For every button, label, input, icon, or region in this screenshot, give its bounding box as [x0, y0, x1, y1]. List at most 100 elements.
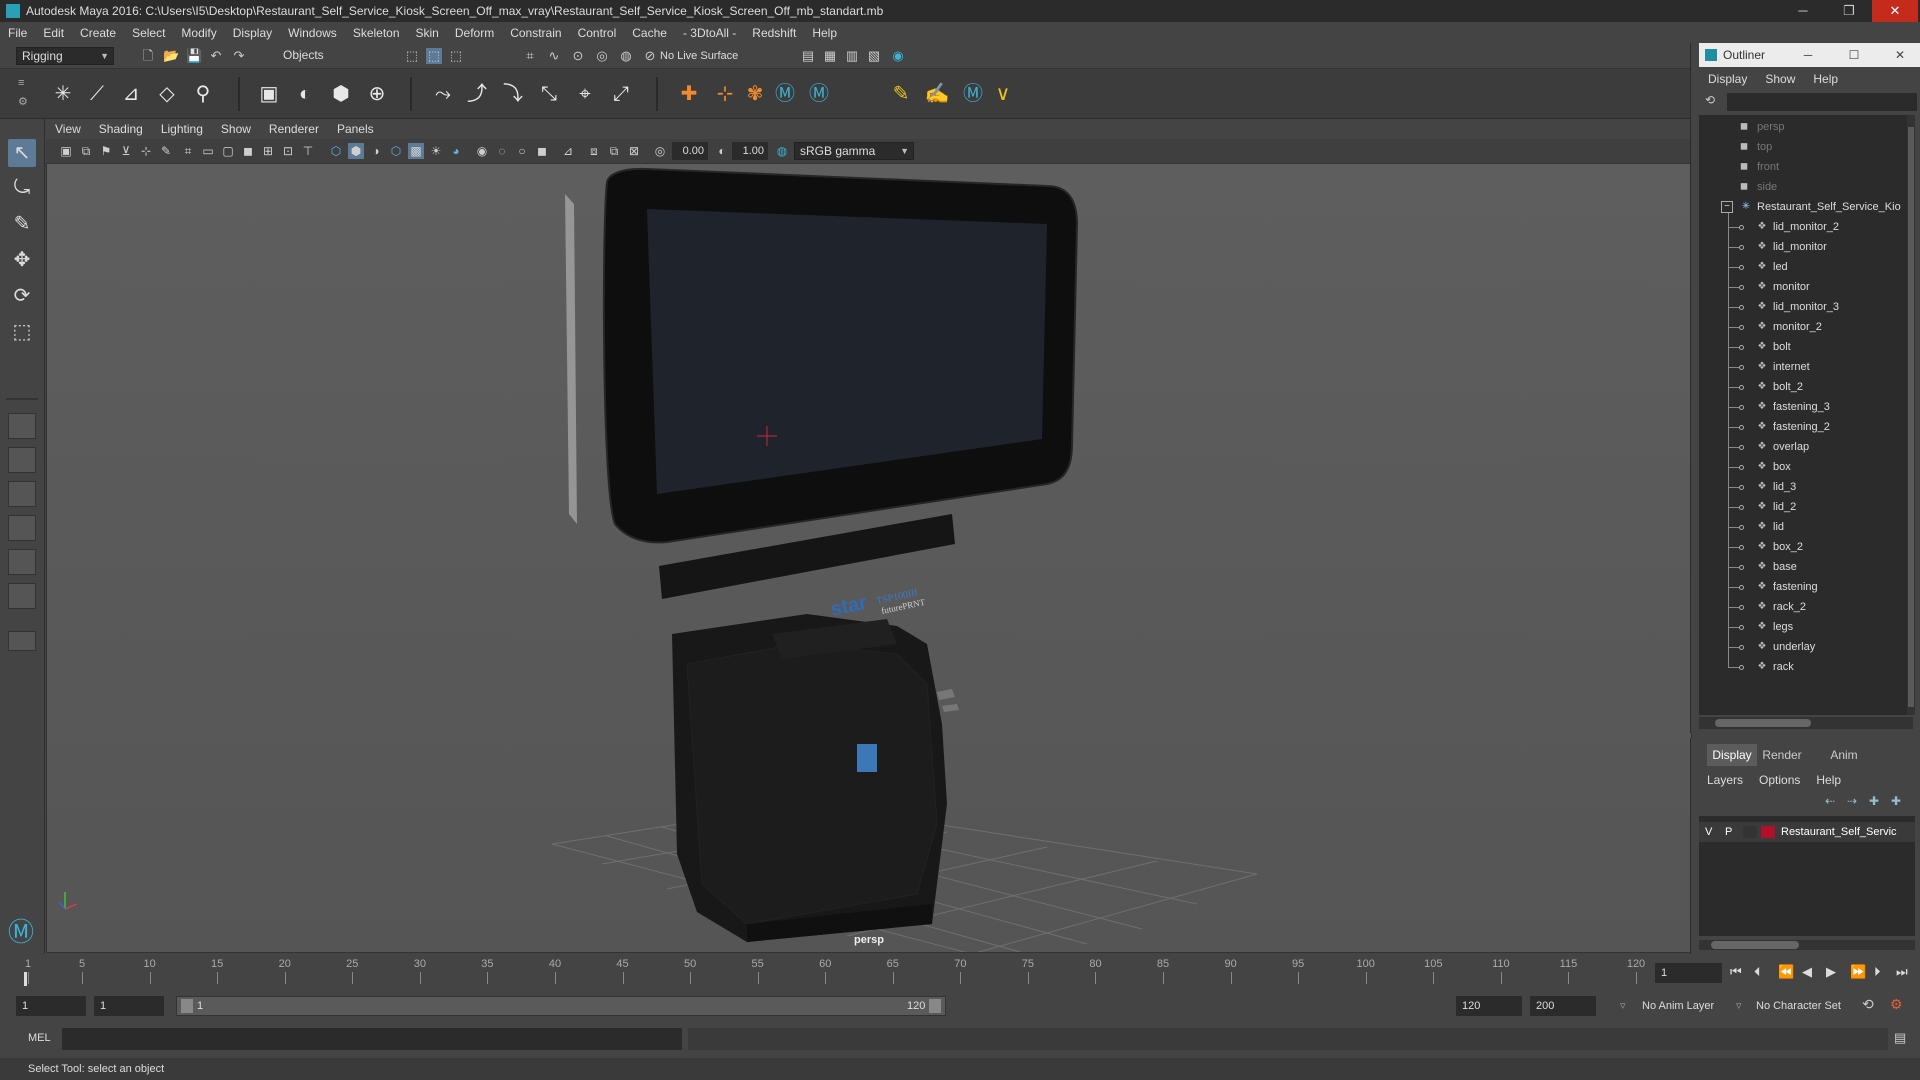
- new-layer-icon[interactable]: ✚: [1869, 794, 1879, 808]
- collapse-icon[interactable]: −: [1721, 201, 1733, 213]
- minimize-button[interactable]: ─: [1780, 0, 1826, 22]
- outliner-hscroll[interactable]: [1699, 717, 1913, 729]
- step-forward-frame-icon[interactable]: ⏩: [1850, 964, 1866, 980]
- outliner-close-button[interactable]: ✕: [1885, 43, 1915, 67]
- layer-row[interactable]: V P Restaurant_Self_Servic: [1699, 822, 1915, 842]
- play-forwards-icon[interactable]: ▶: [1826, 964, 1836, 980]
- open-scene-icon[interactable]: 📂: [163, 48, 179, 64]
- expand-dot-icon[interactable]: [1739, 525, 1744, 530]
- blend-shape-icon[interactable]: ✾: [742, 81, 768, 107]
- step-back-frame-icon[interactable]: ⏪: [1778, 964, 1794, 980]
- shelf-settings-icon[interactable]: ⚙: [18, 95, 28, 108]
- scale-tool-icon[interactable]: ⬚: [8, 318, 36, 346]
- expand-dot-icon[interactable]: [1739, 265, 1744, 270]
- safe-action-icon[interactable]: ⊡: [280, 143, 296, 159]
- outliner-item-fastening-3[interactable]: ❖ fastening_3: [1699, 397, 1913, 417]
- outliner-item-lid[interactable]: ❖ lid: [1699, 517, 1913, 537]
- layer-hscroll-thumb[interactable]: [1711, 941, 1799, 949]
- outliner-filter-icon[interactable]: ⟲: [1705, 93, 1715, 107]
- save-scene-icon[interactable]: 💾: [186, 48, 202, 64]
- expand-dot-icon[interactable]: [1739, 405, 1744, 410]
- menu-file[interactable]: File: [0, 26, 35, 40]
- menu-edit[interactable]: Edit: [35, 26, 72, 40]
- joint-tool-icon[interactable]: ✳: [50, 81, 76, 107]
- layer-hscroll[interactable]: [1699, 940, 1915, 950]
- new-layer-from-selected-icon[interactable]: ✚: [1891, 794, 1901, 808]
- outliner-menu-help[interactable]: Help: [1804, 72, 1847, 86]
- new-scene-icon[interactable]: 🗋: [140, 48, 156, 64]
- layer-display-type-toggle[interactable]: [1743, 826, 1757, 838]
- auto-key-icon[interactable]: ⟲: [1862, 996, 1874, 1013]
- render-settings-icon[interactable]: ▤: [800, 48, 816, 64]
- outliner-item-box-2[interactable]: ❖ box_2: [1699, 537, 1913, 557]
- panel-menu-view[interactable]: View: [46, 122, 90, 136]
- snap-view-plane-icon[interactable]: ◎: [594, 48, 610, 64]
- outliner-vscroll[interactable]: [1907, 115, 1915, 715]
- default-material-icon[interactable]: ◑: [368, 143, 384, 159]
- close-button[interactable]: ✕: [1872, 0, 1918, 22]
- maximize-button[interactable]: ❐: [1826, 0, 1872, 22]
- time-slider[interactable]: 1 5 10 15 20 25 30 35 40 45 50 55 60 65 70 75 80 85 90 95 10…: [0, 954, 1690, 986]
- 2d-pan-zoom-icon[interactable]: ⊹: [138, 143, 154, 159]
- paint-select-icon[interactable]: ✎: [8, 210, 36, 238]
- menu-control[interactable]: Control: [570, 26, 625, 40]
- outliner-item-base[interactable]: ❖ base: [1699, 557, 1913, 577]
- resolution-gate-icon[interactable]: ▢: [220, 143, 236, 159]
- outliner-minimize-button[interactable]: ─: [1793, 43, 1823, 67]
- exposure-field[interactable]: 0.00: [672, 142, 708, 160]
- expand-dot-icon[interactable]: [1739, 545, 1744, 550]
- outliner-vscroll-thumb[interactable]: [1908, 127, 1914, 707]
- aim-constraint-icon[interactable]: ⌖: [572, 81, 598, 107]
- select-by-component-icon[interactable]: ⬚: [448, 48, 464, 64]
- outliner-item-underlay[interactable]: ❖ underlay: [1699, 637, 1913, 657]
- outliner-item-lid-3[interactable]: ❖ lid_3: [1699, 477, 1913, 497]
- bookmark-icon[interactable]: ⚑: [98, 143, 114, 159]
- four-view-layout-icon[interactable]: [8, 447, 36, 473]
- select-by-object-icon[interactable]: ⬚: [426, 48, 442, 64]
- textured-icon[interactable]: ▩: [408, 143, 424, 159]
- orient-joint-icon[interactable]: ⚲: [190, 81, 216, 107]
- gamma-field[interactable]: 1.00: [732, 142, 768, 160]
- expand-dot-icon[interactable]: [1739, 345, 1744, 350]
- ipr-render-icon[interactable]: ▥: [844, 48, 860, 64]
- panel-menu-shading[interactable]: Shading: [90, 122, 152, 136]
- range-end-handle[interactable]: [929, 999, 941, 1013]
- expand-dot-icon[interactable]: [1739, 285, 1744, 290]
- script-language-label[interactable]: MEL: [28, 1032, 51, 1044]
- panel-menu-show[interactable]: Show: [212, 122, 260, 136]
- layer-menu-layers[interactable]: Layers: [1699, 773, 1751, 787]
- view-transform-dropdown[interactable]: sRGB gamma ▼: [794, 142, 914, 160]
- outliner-item-fastening[interactable]: ❖ fastening: [1699, 577, 1913, 597]
- outliner-menu-display[interactable]: Display: [1699, 72, 1756, 86]
- outliner-item-side[interactable]: ◼ side: [1699, 177, 1913, 197]
- bind-skin-icon[interactable]: ▣: [256, 81, 282, 107]
- shelf-menu-icon[interactable]: ≡: [18, 77, 24, 89]
- outliner-item-overlap[interactable]: ❖ overlap: [1699, 437, 1913, 457]
- menu-create[interactable]: Create: [72, 26, 124, 40]
- outliner-maximize-button[interactable]: ☐: [1839, 43, 1869, 67]
- outliner-item-monitor[interactable]: ❖ monitor: [1699, 277, 1913, 297]
- expand-dot-icon[interactable]: [1739, 305, 1744, 310]
- menu-3dtoall[interactable]: - 3DtoAll -: [675, 26, 744, 40]
- outliner-menu-show[interactable]: Show: [1756, 72, 1804, 86]
- outliner-item-monitor-2[interactable]: ❖ monitor_2: [1699, 317, 1913, 337]
- wireframe-on-shaded-icon[interactable]: ⬡: [388, 143, 404, 159]
- maya-script-2-icon[interactable]: Ⓜ: [806, 81, 832, 107]
- range-slider[interactable]: 1 120: [176, 996, 946, 1016]
- hypershade-icon[interactable]: ◉: [890, 48, 906, 64]
- expand-dot-icon[interactable]: [1739, 465, 1744, 470]
- scale-constraint-icon[interactable]: ⤡: [536, 81, 562, 107]
- anim-prefs-icon[interactable]: ⚙: [1890, 996, 1903, 1013]
- depth-of-field-icon[interactable]: ⊠: [626, 143, 642, 159]
- film-gate-icon[interactable]: ▭: [200, 143, 216, 159]
- outliner-item-bolt[interactable]: ❖ bolt: [1699, 337, 1913, 357]
- snap-surface-icon[interactable]: ◍: [618, 48, 634, 64]
- range-start-handle[interactable]: [181, 999, 193, 1013]
- go-to-start-icon[interactable]: ⏮: [1730, 964, 1742, 980]
- current-time-marker[interactable]: [24, 972, 27, 986]
- smooth-shade-icon[interactable]: ⬢: [348, 143, 364, 159]
- xray-components-icon[interactable]: ◼: [534, 143, 550, 159]
- motion-blur-icon[interactable]: ⧈: [586, 143, 602, 159]
- move-layer-up-icon[interactable]: ⇠: [1825, 794, 1835, 808]
- menu-modify[interactable]: Modify: [173, 26, 224, 40]
